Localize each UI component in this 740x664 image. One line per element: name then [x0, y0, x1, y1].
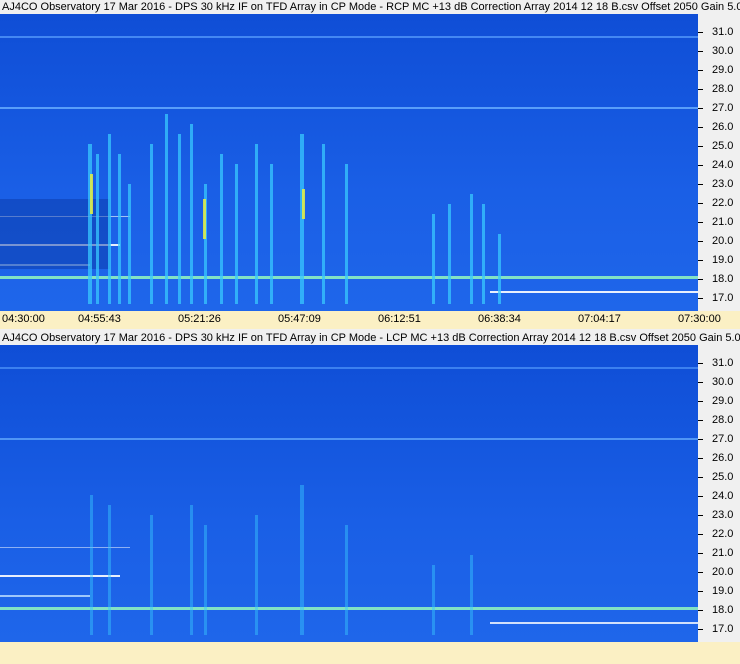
rcp-xtick: 05:47:09 [278, 313, 321, 325]
lcp-spectrogram[interactable] [0, 345, 698, 642]
rcp-spectrogram-svg [0, 36, 698, 304]
rcp-frequency-axis: 31.0 30.0 29.0 28.0 27.0 26.0 25.0 24.0 … [698, 14, 740, 311]
lcp-time-axis [0, 642, 740, 664]
rcp-xtick: 04:30:00 [2, 313, 45, 325]
rcp-xtick: 05:21:26 [178, 313, 221, 325]
lcp-frequency-axis: 31.0 30.0 29.0 28.0 27.0 26.0 25.0 24.0 … [698, 345, 740, 642]
rcp-xtick: 07:04:17 [578, 313, 621, 325]
rcp-panel-title: AJ4CO Observatory 17 Mar 2016 - DPS 30 k… [0, 0, 740, 14]
lcp-spectrogram-svg [0, 367, 698, 635]
rcp-xtick: 04:55:43 [78, 313, 121, 325]
lcp-panel-title: AJ4CO Observatory 17 Mar 2016 - DPS 30 k… [0, 331, 740, 345]
rcp-spectrogram[interactable] [0, 14, 698, 311]
rcp-time-axis: 04:30:00 04:55:43 05:21:26 05:47:09 06:1… [0, 311, 740, 329]
rcp-panel: AJ4CO Observatory 17 Mar 2016 - DPS 30 k… [0, 0, 740, 331]
rcp-xtick: 07:30:00 [678, 313, 721, 325]
rcp-xtick: 06:12:51 [378, 313, 421, 325]
rcp-xtick: 06:38:34 [478, 313, 521, 325]
lcp-panel: AJ4CO Observatory 17 Mar 2016 - DPS 30 k… [0, 331, 740, 664]
